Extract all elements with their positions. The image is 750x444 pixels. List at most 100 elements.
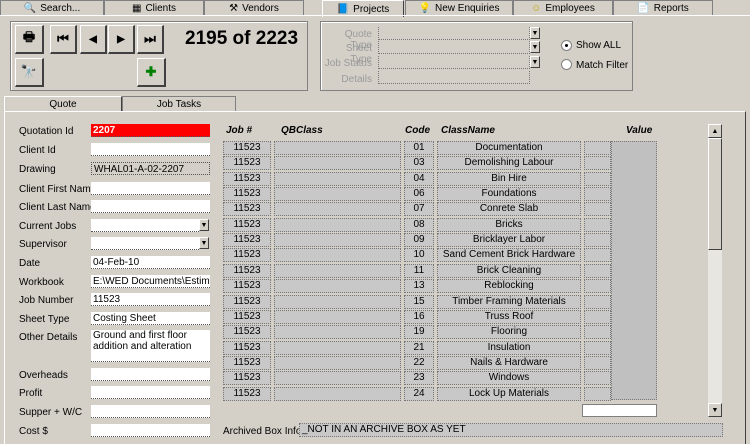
row-job-number-cell[interactable]: 11523 [223,279,271,294]
row-extra-cell[interactable] [584,156,611,171]
row-classname-cell[interactable]: Foundations [437,187,581,202]
row-qbclass-cell[interactable] [274,171,401,186]
row-job-number-cell[interactable]: 11523 [223,371,271,386]
row-qbclass-cell[interactable] [274,386,401,401]
print-button[interactable]: 🖶 [15,25,44,54]
tab-clients[interactable]: ▦ Clients [104,0,204,15]
previous-record-button[interactable]: ◀ [80,25,107,54]
client-id-field[interactable] [91,143,210,156]
row-qbclass-cell[interactable] [274,202,401,217]
next-record-button[interactable]: ▶ [108,25,135,54]
row-extra-cell[interactable] [584,355,611,370]
row-qbclass-cell[interactable] [274,355,401,370]
row-job-number-cell[interactable]: 11523 [223,141,271,155]
row-classname-cell[interactable]: Brick Cleaning [437,263,581,278]
show-all-radio[interactable] [561,40,572,51]
quotation-id-field[interactable]: 2207 [91,124,210,137]
tab-quote[interactable]: Quote [4,96,122,112]
sheet-type-select[interactable] [378,41,530,54]
row-job-number-cell[interactable]: 11523 [223,248,271,263]
current-jobs-dropdown-icon[interactable]: ▼ [199,219,209,231]
row-code-cell[interactable]: 03 [404,156,434,171]
row-extra-cell[interactable] [584,263,611,278]
new-record-button[interactable]: ✚ [137,58,166,87]
first-record-button[interactable]: ⏮ [50,25,77,54]
row-classname-cell[interactable]: Nails & Hardware [437,355,581,370]
row-extra-cell[interactable] [584,309,611,324]
row-job-number-cell[interactable]: 11523 [223,171,271,186]
row-job-number-cell[interactable]: 11523 [223,156,271,171]
date-field[interactable]: 04-Feb-10 [91,256,210,269]
row-job-number-cell[interactable]: 11523 [223,386,271,401]
row-qbclass-cell[interactable] [274,187,401,202]
row-extra-cell[interactable] [584,386,611,401]
row-extra-cell[interactable] [584,187,611,202]
row-code-cell[interactable]: 22 [404,355,434,370]
row-qbclass-cell[interactable] [274,156,401,171]
details-input[interactable] [378,71,530,84]
row-extra-cell[interactable] [584,325,611,340]
last-record-button[interactable]: ⏭ [137,25,164,54]
row-code-cell[interactable]: 10 [404,248,434,263]
row-code-cell[interactable]: 24 [404,386,434,401]
cost-field[interactable] [91,424,210,437]
row-classname-cell[interactable]: Bin Hire [437,171,581,186]
row-code-cell[interactable]: 19 [404,325,434,340]
row-code-cell[interactable]: 16 [404,309,434,324]
quote-type-select[interactable] [378,27,530,40]
row-classname-cell[interactable]: Flooring [437,325,581,340]
tab-new-enquiries[interactable]: 💡 New Enquiries [405,0,513,15]
profit-field[interactable] [91,386,210,399]
row-qbclass-cell[interactable] [274,340,401,355]
row-qbclass-cell[interactable] [274,279,401,294]
drawing-field[interactable]: WHAL01-A-02-2207 [91,162,210,175]
row-job-number-cell[interactable]: 11523 [223,309,271,324]
sheet-type-dropdown-icon[interactable]: ▼ [530,41,540,53]
row-job-number-cell[interactable]: 11523 [223,325,271,340]
workbook-field[interactable]: E:\WED Documents\Estimating\ [91,275,210,288]
row-code-cell[interactable]: 15 [404,294,434,309]
tab-vendors[interactable]: ⚒ Vendors [204,0,304,15]
scroll-up-icon[interactable]: ▲ [708,124,722,138]
row-extra-cell[interactable] [584,217,611,232]
row-code-cell[interactable]: 07 [404,202,434,217]
row-qbclass-cell[interactable] [274,248,401,263]
supervisor-field[interactable] [91,237,199,250]
row-code-cell[interactable]: 21 [404,340,434,355]
find-button[interactable]: 🔭 [15,58,44,87]
row-qbclass-cell[interactable] [274,371,401,386]
row-qbclass-cell[interactable] [274,217,401,232]
row-code-cell[interactable]: 23 [404,371,434,386]
overheads-field[interactable] [91,368,210,381]
row-job-number-cell[interactable]: 11523 [223,294,271,309]
row-code-cell[interactable]: 13 [404,279,434,294]
row-extra-cell[interactable] [584,294,611,309]
job-status-dropdown-icon[interactable]: ▼ [530,56,540,68]
tab-job-tasks[interactable]: Job Tasks [122,96,236,111]
row-classname-cell[interactable]: Windows [437,371,581,386]
archive-field[interactable]: _NOT IN AN ARCHIVE BOX AS YET [299,423,723,437]
row-job-number-cell[interactable]: 11523 [223,355,271,370]
row-job-number-cell[interactable]: 11523 [223,340,271,355]
client-first-name-field[interactable] [91,182,210,195]
row-code-cell[interactable]: 01 [404,141,434,155]
row-classname-cell[interactable]: Truss Roof [437,309,581,324]
row-classname-cell[interactable]: Bricklayer Labor [437,233,581,248]
row-qbclass-cell[interactable] [274,233,401,248]
row-code-cell[interactable]: 09 [404,233,434,248]
row-extra-cell[interactable] [584,202,611,217]
row-qbclass-cell[interactable] [274,309,401,324]
job-status-select[interactable] [378,56,530,69]
row-extra-cell[interactable] [584,371,611,386]
row-job-number-cell[interactable]: 11523 [223,187,271,202]
row-extra-cell[interactable] [584,279,611,294]
row-classname-cell[interactable]: Bricks [437,217,581,232]
row-classname-cell[interactable]: Documentation [437,141,581,155]
row-extra-cell[interactable] [584,141,611,155]
quote-type-dropdown-icon[interactable]: ▼ [530,27,540,39]
row-classname-cell[interactable]: Demolishing Labour [437,156,581,171]
row-classname-cell[interactable]: Reblocking [437,279,581,294]
row-code-cell[interactable]: 04 [404,171,434,186]
row-extra-cell[interactable] [584,340,611,355]
row-extra-cell[interactable] [584,233,611,248]
